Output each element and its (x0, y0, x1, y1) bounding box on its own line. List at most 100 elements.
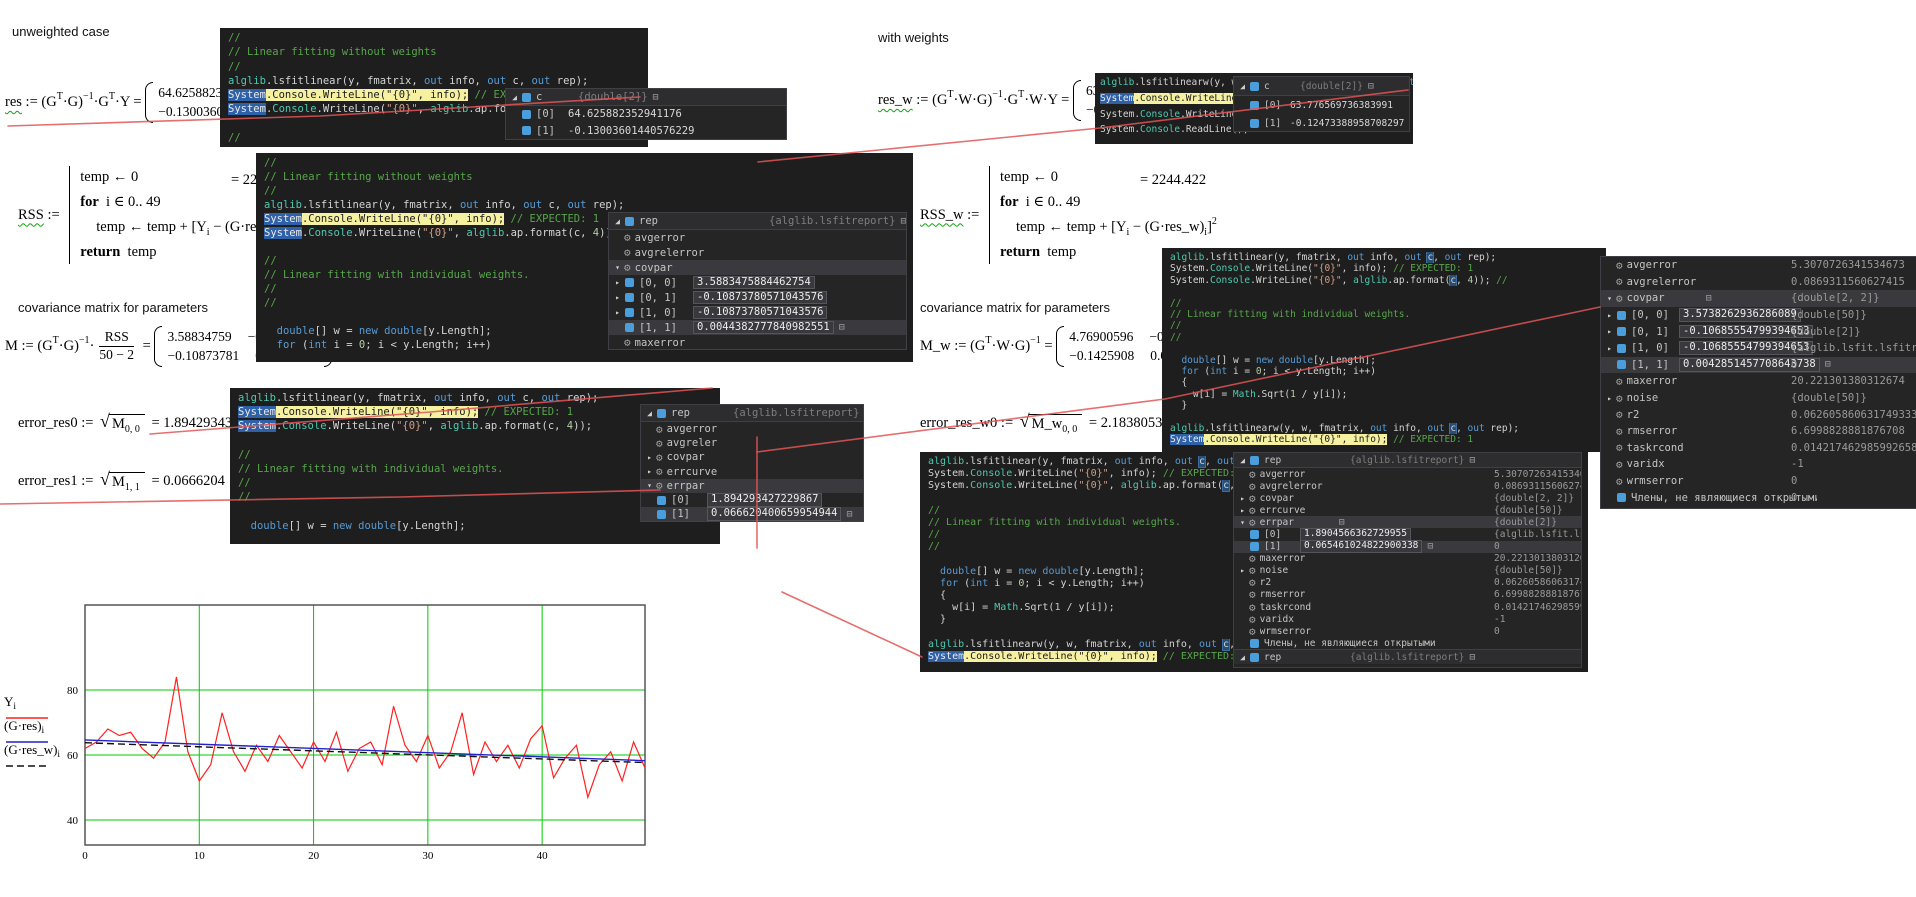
code-line: // Linear fitting without weights (264, 171, 913, 185)
watch-row[interactable]: [0]63.776569736383991 (1234, 96, 1409, 114)
expander-icon[interactable]: ◢ (1237, 653, 1248, 662)
watch-row[interactable]: ▸[1, 0]-0.10685554799394653{alglib.lsfit… (1601, 340, 1916, 357)
expander-icon[interactable]: ▾ (1237, 518, 1248, 527)
expander-icon[interactable]: ▾ (1604, 294, 1615, 303)
expander-icon[interactable]: ▸ (612, 308, 623, 317)
watch-row[interactable]: ⚙avgrelerror (641, 436, 863, 450)
watch-row[interactable]: ▾⚙covpar⊟{double[2, 2]} (1601, 290, 1916, 307)
watch-row[interactable]: [1, 1]0.0042851457708643738⊟0 (1601, 357, 1916, 374)
expander-icon[interactable]: ▾ (612, 263, 623, 272)
expander-icon[interactable]: ▸ (644, 453, 655, 462)
watch-row[interactable]: ⚙rmserror6.6998828881876708 (1234, 589, 1581, 601)
expander-icon[interactable]: ▸ (1237, 566, 1248, 575)
expander-icon[interactable]: ▸ (1237, 506, 1248, 515)
watch-header-row[interactable]: ◢rep{alglib.lsfitreport}⊟ (1234, 453, 1581, 468)
pin-icon[interactable]: ⊟ (1427, 541, 1433, 552)
watch-row[interactable]: ⚙avgerror5.3070726341534673 (1234, 468, 1581, 480)
expander-icon[interactable]: ◢ (612, 217, 623, 226)
field-cube-icon (1250, 542, 1259, 551)
watch-right-value: 0.0869311560627415 (1494, 481, 1582, 492)
watch-row[interactable]: ⚙varidx-1 (1601, 456, 1916, 473)
expander-icon[interactable]: ▸ (644, 467, 655, 476)
pin-icon[interactable]: ⊟ (1706, 293, 1712, 304)
expander-icon[interactable]: ▸ (612, 293, 623, 302)
pin-icon[interactable]: ⊟ (1469, 455, 1475, 466)
watch-row[interactable]: ⚙wrmserror0 (1601, 473, 1916, 490)
pin-icon[interactable]: ⊟ (839, 322, 845, 333)
watch-row[interactable]: ⚙avgrelerror0.0869311560627415 (1234, 480, 1581, 492)
property-wrench-icon: ⚙ (1249, 626, 1256, 637)
expander-icon[interactable]: ◢ (644, 409, 655, 418)
watch-row[interactable]: ▸[0, 1]-0.10685554799394653{double[2]} (1601, 323, 1916, 340)
watch-row[interactable]: ▾⚙errpar⊟{double[2]} (1234, 516, 1581, 528)
watch-row[interactable]: [0]64.625882352941176 (506, 106, 786, 123)
watch-row[interactable]: ▸⚙covpar (641, 450, 863, 464)
watch-label: r2 (1260, 577, 1334, 588)
watch-row[interactable]: ▸⚙noise{double[50]} (1234, 565, 1581, 577)
watch-row[interactable]: ⚙r20.062605860631749333 (1234, 577, 1581, 589)
watch-row[interactable]: ▸⚙noise{double[50]} (1601, 390, 1916, 407)
pin-icon[interactable]: ⊟ (900, 216, 906, 227)
watch-row[interactable]: ▸⚙covpar{double[2, 2]} (1234, 492, 1581, 504)
watch-row[interactable]: [0]1.8904566362729955{alglib.lsfit.lsfit… (1234, 528, 1581, 540)
watch-row[interactable]: ⚙taskrcond0.014217462985992658 (1601, 440, 1916, 457)
watch-row[interactable]: ▸[0, 0]3.5738262936286089{double[50]} (1601, 307, 1916, 324)
watch-row[interactable]: ⚙avgerror5.3070726341534673 (1601, 257, 1916, 274)
watch-row[interactable]: ▸[0, 1]-0.10873780571043576 (609, 290, 906, 305)
pin-icon[interactable]: ⊟ (1339, 517, 1345, 528)
pin-icon[interactable]: ⊟ (1469, 652, 1475, 663)
watch-row[interactable]: ⚙wrmserror0 (1234, 625, 1581, 637)
expander-icon[interactable]: ◢ (509, 93, 520, 102)
matrix-cell: −0.10873781 (167, 348, 239, 364)
expander-icon[interactable]: ▸ (1604, 311, 1615, 320)
watch-row[interactable]: Члены, не являющиеся открытыми0 (1601, 489, 1916, 506)
expander-icon[interactable]: ▸ (1237, 494, 1248, 503)
expander-icon[interactable]: ▸ (612, 278, 623, 287)
pin-icon[interactable]: ⊟ (846, 509, 852, 520)
watch-row[interactable]: ⚙maxerror20.221301380312674 (1601, 373, 1916, 390)
watch-row[interactable]: ⚙varidx-1 (1234, 613, 1581, 625)
watch-row[interactable]: ⚙avgrelerror0.0869311560627415 (1601, 274, 1916, 291)
watch-row[interactable]: [1, 1]0.0044382777840982551⊟ (609, 320, 906, 335)
expander-icon[interactable]: ▸ (1604, 394, 1615, 403)
watch-row[interactable]: Члены, не являющиеся открытыми (1234, 637, 1581, 649)
watch-row[interactable]: ⚙avgrelerror (609, 245, 906, 260)
watch-row[interactable]: ⚙avgerror (641, 422, 863, 436)
watch-row[interactable]: [1]-0.12473388958708297⊟ (1234, 114, 1409, 132)
pin-icon[interactable]: ⊟ (1409, 118, 1410, 129)
watch-row[interactable]: ⚙maxerror (609, 335, 906, 350)
pin-icon[interactable]: ⊟ (1368, 81, 1374, 92)
watch-row[interactable]: ⚙r20.062605860631749333 (1601, 406, 1916, 423)
watch-header-row[interactable]: ◢c{double[2]}⊟ (1234, 77, 1409, 96)
watch-right-value: {double[50]} (1791, 392, 1867, 404)
property-wrench-icon: ⚙ (1249, 589, 1256, 600)
watch-row[interactable]: ⚙avgerror (609, 230, 906, 245)
watch-row[interactable]: [1]0.066620400659954944⊟ (641, 507, 863, 521)
watch-label: [0] (1264, 100, 1288, 111)
expander-icon[interactable]: ▸ (1604, 344, 1615, 353)
pin-icon[interactable]: ⊟ (653, 92, 659, 103)
expander-icon[interactable]: ▾ (644, 481, 655, 490)
watch-row[interactable]: ▸[0, 0]3.5883475884462754 (609, 275, 906, 290)
watch-row[interactable]: ⚙maxerror20.221301380312674 (1234, 553, 1581, 565)
debug-tooltip-rep-errpar: ◢rep{alglib.lsfitreport}⊟⚙avgerror⚙avgre… (640, 404, 864, 522)
pin-icon[interactable]: ⊟ (1825, 359, 1831, 370)
watch-header-row[interactable]: ◢rep{alglib.lsfitreport}⊟ (1234, 649, 1581, 664)
axis-tick-label: 20 (308, 850, 320, 862)
watch-row[interactable]: ▸⚙errcurve{double[50]} (1234, 504, 1581, 516)
watch-row[interactable]: [1]-0.13003601440576229 (506, 123, 786, 140)
watch-row[interactable]: ▾⚙errpar (641, 479, 863, 493)
watch-row[interactable]: [1]0.065461024822900338⊟0 (1234, 541, 1581, 553)
watch-header-row[interactable]: ◢rep{alglib.lsfitreport}⊟ (609, 213, 906, 230)
watch-row[interactable]: ▸⚙errcurve (641, 465, 863, 479)
watch-header-row[interactable]: ◢c{double[2]}⊟ (506, 89, 786, 106)
watch-row[interactable]: [0]1.894293427229867 (641, 493, 863, 507)
watch-header-row[interactable]: ◢rep{alglib.lsfitreport}⊟ (641, 405, 863, 422)
watch-row[interactable]: ▾⚙covpar (609, 260, 906, 275)
expander-icon[interactable]: ◢ (1237, 82, 1248, 91)
watch-row[interactable]: ⚙taskrcond0.014217462985992658 (1234, 601, 1581, 613)
expander-icon[interactable]: ◢ (1237, 456, 1248, 465)
watch-row[interactable]: ▸[1, 0]-0.10873780571043576 (609, 305, 906, 320)
expander-icon[interactable]: ▸ (1604, 327, 1615, 336)
watch-row[interactable]: ⚙rmserror6.6998828881876708 (1601, 423, 1916, 440)
